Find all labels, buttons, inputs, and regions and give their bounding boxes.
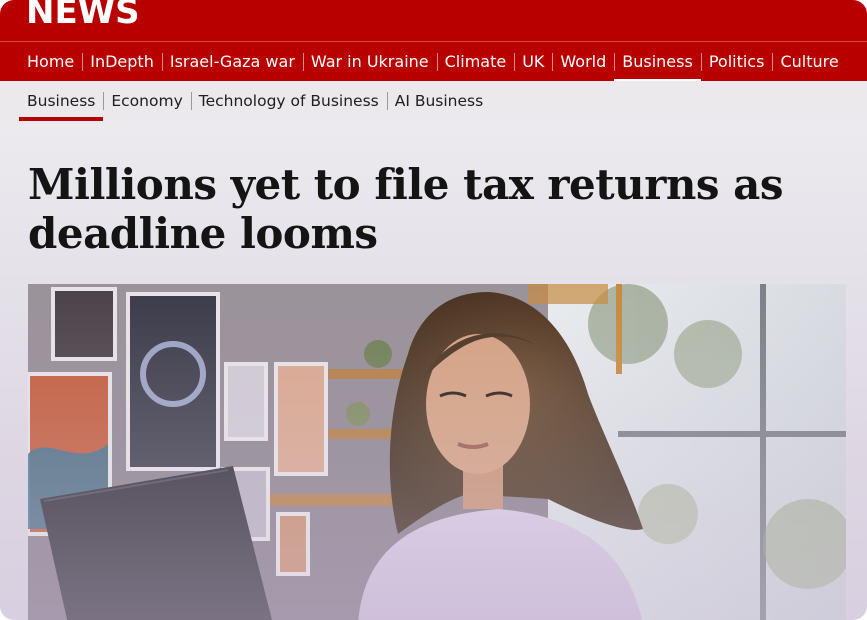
article-headline: Millions yet to file tax returns as dead…: [28, 160, 784, 258]
nav-item-politics[interactable]: Politics: [700, 42, 773, 82]
page-frame: NEWS Home InDepth Israel-Gaza war War in…: [0, 0, 867, 620]
nav-item-business[interactable]: Business: [614, 42, 701, 83]
subnav-item-economy[interactable]: Economy: [103, 81, 190, 121]
primary-nav: Home InDepth Israel-Gaza war War in Ukra…: [0, 41, 867, 83]
nav-item-uk[interactable]: UK: [514, 42, 552, 82]
secondary-nav: Business Economy Technology of Business …: [0, 81, 867, 121]
masthead: NEWS: [0, 0, 867, 41]
hero-image[interactable]: [28, 284, 846, 620]
nav-item-indepth[interactable]: InDepth: [82, 42, 162, 82]
nav-item-home[interactable]: Home: [19, 42, 82, 82]
nav-item-culture[interactable]: Culture: [772, 42, 846, 82]
subnav-item-ai-business[interactable]: AI Business: [386, 81, 491, 121]
nav-item-climate[interactable]: Climate: [436, 42, 515, 82]
subnav-item-technology-of-business[interactable]: Technology of Business: [190, 81, 387, 121]
nav-item-war-in-ukraine[interactable]: War in Ukraine: [302, 42, 437, 82]
nav-item-israel-gaza-war[interactable]: Israel-Gaza war: [161, 42, 303, 82]
hero-image-illustration: [28, 284, 846, 620]
news-logo[interactable]: NEWS: [26, 0, 140, 32]
nav-item-world[interactable]: World: [552, 42, 614, 82]
subnav-item-business[interactable]: Business: [19, 81, 104, 121]
